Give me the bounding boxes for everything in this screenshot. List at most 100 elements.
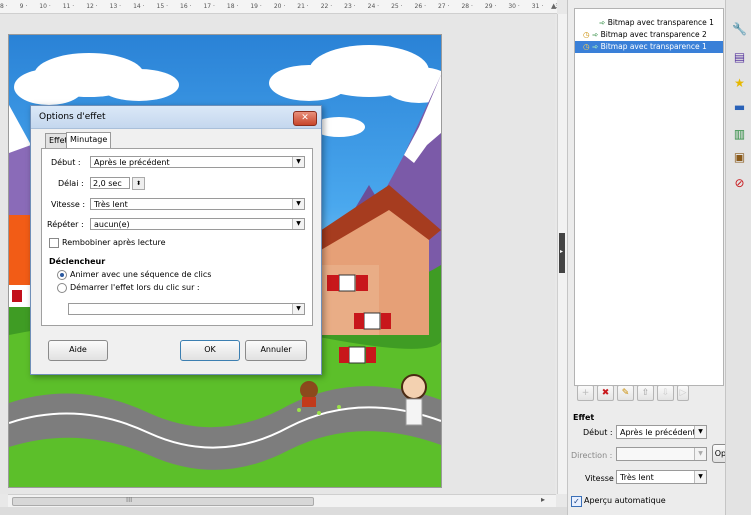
effect-arrow-icon: ➾ [591,30,599,39]
ruler-tick-label: 27 · [437,3,450,10]
trigger-on-click-radio[interactable] [57,283,67,293]
start-select-value: Après le précédent [94,158,170,167]
cancel-button[interactable]: Annuler [245,340,307,361]
ruler-scroll-up-icon[interactable]: ▲ [551,2,556,10]
speed-label: Vitesse : [51,200,86,209]
chevron-down-icon[interactable]: ▼ [694,448,706,460]
ruler-tick-label: 19 · [250,3,262,10]
ruler-tick-label: 12 · [86,3,98,10]
clock-icon: ◷ [583,30,590,39]
horizontal-ruler: 8 · 9 · 10 · 11 · 12 · 13 · 14 · 15 · 16 · 17 · 18… [0,0,557,14]
delay-spinner-icon[interactable]: ⬍ [132,177,145,190]
star-icon[interactable]: ★ [732,76,747,90]
ruler-tick-label: 26 · [414,3,426,10]
effect-heading: Effet [573,413,595,422]
ruler-tick-label: 31 · [531,3,544,10]
chevron-down-icon[interactable]: ▼ [292,219,304,229]
start-select[interactable]: Après le précédent ▼ [90,156,305,168]
repeat-label: Répéter : [47,220,84,229]
panel-start-value: Après le précédent [620,428,696,437]
repeat-select-value: aucun(e) [94,220,130,229]
scroll-grip: III [126,496,133,504]
repeat-select[interactable]: aucun(e) ▼ [90,218,305,230]
panel-start-label: Début : [583,428,613,437]
trigger-click-sequence-radio[interactable] [57,270,67,280]
ruler-tick-label: 15 · [156,3,168,10]
play-icon[interactable]: ▷ [677,385,689,401]
collapse-arrow-icon[interactable]: ▸ [560,248,563,255]
ruler-tick-label: 10 · [39,3,51,10]
ruler-tick-label: 13 · [109,3,122,10]
ruler-tick-label: 11 · [62,3,75,10]
list-item-label: Bitmap avec transparence 2 [600,30,707,39]
trigger-on-click-label: Démarrer l'effet lors du clic sur : [70,283,200,292]
ruler-tick-label: 22 · [320,3,333,10]
right-sidebar: 🔧 ▤ ★ ▬ ▥ ▣ ⊘ [725,0,751,515]
panel-start-select[interactable]: Après le précédent ▼ [616,425,707,439]
tab-minutage[interactable]: Minutage [66,132,112,148]
list-item-label: Bitmap avec transparence 1 [607,18,714,27]
trigger-click-sequence-label: Animer avec une séquence de clics [70,270,212,279]
chevron-down-icon[interactable]: ▼ [694,426,706,438]
chevron-down-icon[interactable]: ▼ [292,304,304,314]
layout-icon[interactable]: ▤ [732,50,747,64]
speed-select-value: Très lent [94,200,128,209]
dialog-title: Options d'effet [39,112,106,122]
close-icon[interactable]: ✕ [293,111,317,126]
panel-speed-value: Très lent [620,473,654,482]
delay-label: Délai : [58,179,84,188]
horizontal-scroll-thumb[interactable] [12,497,314,506]
wrench-icon[interactable]: 🔧 [732,22,747,36]
ruler-tick-label: 21 · [297,3,309,10]
panel-speed-select[interactable]: Très lent ▼ [616,470,707,484]
animation-list[interactable]: ➾ Bitmap avec transparence 1 ◷ ➾ Bitmap … [574,8,724,386]
rewind-label: Rembobiner après lecture [62,238,166,247]
ruler-tick-label: 20 · [273,3,286,10]
list-item-label: Bitmap avec transparence 1 [600,42,707,51]
effect-arrow-icon: ➾ [591,42,599,51]
gallery-icon[interactable]: ▥ [732,127,747,141]
ruler-tick-label: 23 · [344,3,356,10]
ruler-tick-label: 17 · [203,3,215,10]
edit-effect-icon[interactable]: ✎ [617,385,634,401]
rewind-checkbox[interactable] [49,238,59,248]
add-effect-icon[interactable]: + [577,385,594,401]
ruler-tick-label: 28 · [461,3,473,10]
move-up-icon[interactable]: ⇧ [637,385,654,401]
autopreview-label: Aperçu automatique [584,496,666,505]
help-button[interactable]: Aide [48,340,108,361]
chevron-down-icon[interactable]: ▼ [292,199,304,209]
list-item-selected[interactable]: ◷ ➾ Bitmap avec transparence 1 [575,41,723,53]
chevron-down-icon[interactable]: ▼ [694,471,706,483]
styles-icon[interactable]: ▬ [732,100,747,114]
ruler-tick-label: 8 · [0,3,8,10]
ok-button[interactable]: OK [180,340,240,361]
trigger-heading: Déclencheur [49,257,106,266]
list-item[interactable]: ◷ ➾ Bitmap avec transparence 2 [575,29,723,41]
timing-panel: Début : Après le précédent ▼ Délai : 2,0… [41,148,313,326]
ruler-tick-label: 9 · [19,3,28,10]
list-item[interactable]: ➾ Bitmap avec transparence 1 [575,17,723,29]
panel-direction-label: Direction : [571,451,613,460]
effect-options-dialog: Options d'effet ✕ Effet Minutage Début :… [30,105,322,375]
ruler-tick-label: 16 · [180,3,192,10]
ruler-tick-label: 30 · [508,3,520,10]
remove-effect-icon[interactable]: ✖ [597,385,614,401]
ruler-tick-label: 18 · [226,3,239,10]
clock-icon: ◷ [583,42,590,51]
chevron-down-icon[interactable]: ▼ [292,157,304,167]
speed-select[interactable]: Très lent ▼ [90,198,305,210]
effect-arrow-icon: ➾ [599,18,606,27]
autopreview-checkbox[interactable]: ✓ [571,496,582,507]
move-down-icon[interactable]: ⇩ [657,385,674,401]
scroll-right-arrow-icon[interactable]: ▸ [541,495,545,504]
ruler-tick-label: 29 · [484,3,497,10]
navigator-icon[interactable]: ⊘ [732,176,747,190]
slide-transition-icon[interactable]: ▣ [732,150,747,164]
delay-input[interactable]: 2,0 sec [90,177,130,189]
trigger-target-select[interactable]: ▼ [68,303,305,315]
panel-direction-select[interactable]: ▼ [616,447,707,461]
ruler-tick-label: 14 · [133,3,145,10]
panel-speed-label: Vitesse : [585,474,620,483]
start-label: Début : [51,158,81,167]
